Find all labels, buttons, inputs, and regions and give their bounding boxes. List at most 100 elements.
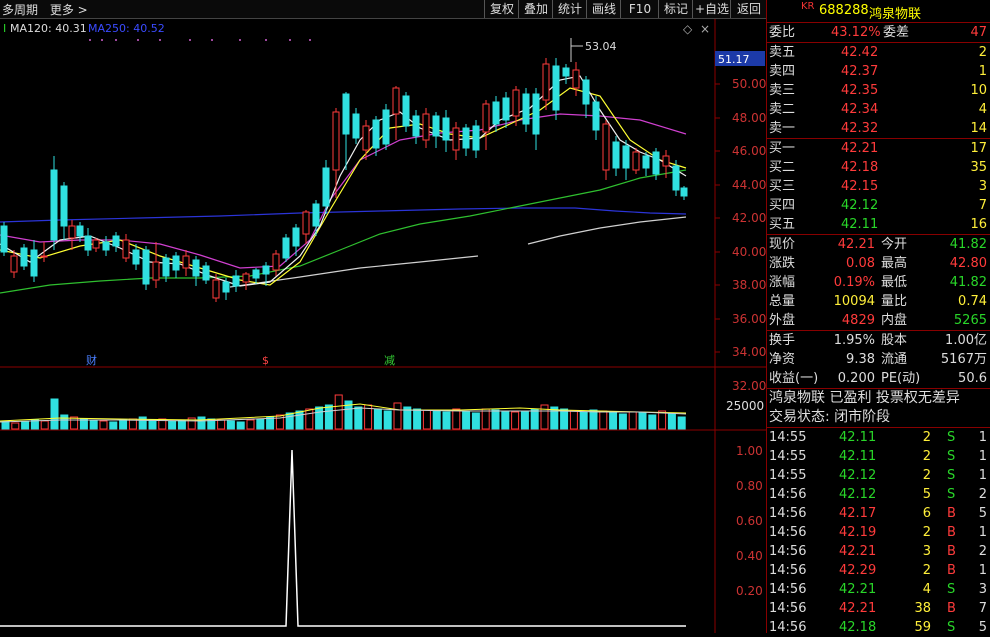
- volume-bar: [119, 419, 128, 430]
- order-row: 买四 42.12 7: [767, 196, 990, 215]
- tick-row[interactable]: 14:56 42.18 59 S 5: [767, 618, 990, 637]
- volume-bar: [60, 414, 69, 430]
- candle-body: [562, 67, 570, 77]
- candle-body: [602, 123, 610, 171]
- tick-time: 14:55: [769, 468, 807, 483]
- stat-label: 收益(一): [769, 371, 819, 386]
- stock-name[interactable]: 鸿泉物联: [869, 3, 921, 22]
- stock-code[interactable]: 688288: [819, 3, 869, 18]
- order-row: 买三 42.15 3: [767, 177, 990, 196]
- volume-bar: [658, 410, 667, 430]
- back-button[interactable]: 返回: [730, 0, 767, 18]
- tick-count: 1: [978, 430, 987, 445]
- tick-row[interactable]: 14:56 42.21 3 B 2: [767, 542, 990, 561]
- tick-time: 14:56: [769, 582, 807, 597]
- volume-bar: [148, 419, 157, 430]
- event-marker[interactable]: 财: [86, 353, 97, 367]
- volume-bar: [197, 416, 206, 430]
- tick-price: 42.21: [839, 601, 877, 616]
- indicator-tick: 0.40: [736, 549, 763, 563]
- volume-bar: [217, 419, 226, 430]
- tick-time: 14:56: [769, 620, 807, 635]
- order-price: 42.15: [841, 179, 879, 194]
- tick-price: 42.11: [839, 449, 877, 464]
- volume-bar: [373, 408, 382, 430]
- tick-volume: 2: [922, 468, 931, 483]
- order-volume: 16: [970, 217, 987, 232]
- order-row: 卖二 42.34 4: [767, 100, 990, 119]
- tick-price: 42.21: [839, 582, 877, 597]
- stat-row: 收益(一) 0.200 PE(动) 50.6: [767, 369, 990, 388]
- candle-body: [592, 101, 600, 131]
- buy-book: 买一 42.21 17 买二 42.18 35 买三 42.15 3 买四 42.12 7 买五 42.1…: [767, 139, 990, 235]
- indicator-line: [0, 449, 686, 627]
- candle-body: [84, 235, 92, 251]
- tick-time: 14:56: [769, 487, 807, 502]
- tick-row[interactable]: 14:55 42.12 2 S 1: [767, 466, 990, 485]
- tick-row[interactable]: 14:55 42.11 2 S 1: [767, 428, 990, 447]
- tick-list[interactable]: 14:55 42.11 2 S 1 14:55 42.11 2 S 1 14:55 42.12 2 S 1 1…: [767, 428, 990, 637]
- volume-bar: [40, 420, 49, 430]
- multi-period-button[interactable]: 多周期: [2, 3, 38, 17]
- candle-body: [352, 113, 360, 139]
- ma250-legend: MA250: 40.52: [88, 22, 165, 35]
- expand-icon[interactable]: ◇: [683, 22, 693, 36]
- tick-row[interactable]: 14:56 42.12 5 S 2: [767, 485, 990, 504]
- tick-volume: 2: [922, 430, 931, 445]
- overlay-button[interactable]: 叠加: [518, 0, 553, 18]
- volume-bar: [560, 408, 569, 430]
- statistics-button[interactable]: 统计: [552, 0, 587, 18]
- tick-side: B: [947, 506, 956, 521]
- stat-label: 涨跌: [769, 256, 796, 271]
- price-tick: 32.00: [732, 379, 766, 393]
- kline-chart[interactable]: I MA120: 40.31 MA250: 40.52 ◇ × 51.17 50…: [0, 19, 766, 633]
- order-label: 买三: [769, 179, 796, 194]
- tick-row[interactable]: 14:56 42.21 4 S 3: [767, 580, 990, 599]
- draw-line-button[interactable]: 画线: [586, 0, 621, 18]
- candle-body: [292, 227, 300, 247]
- order-price: 42.37: [841, 64, 879, 79]
- tick-count: 1: [978, 563, 987, 578]
- candle-body: [162, 257, 170, 277]
- order-label: 卖五: [769, 45, 796, 60]
- toolbar: 多周期 更多 > 复权 叠加 统计 画线 F10 标记 +自选 返回: [0, 0, 766, 19]
- order-price: 42.32: [841, 121, 879, 136]
- candle-body: [172, 255, 180, 271]
- volume-bar: [462, 410, 471, 430]
- close-icon[interactable]: ×: [700, 22, 710, 36]
- volume-bar: [599, 410, 608, 430]
- chart-area[interactable]: I MA120: 40.31 MA250: 40.52 ◇ × 51.17 50…: [0, 19, 766, 633]
- order-row: 买二 42.18 35: [767, 158, 990, 177]
- tick-price: 42.19: [839, 525, 877, 540]
- more-button[interactable]: 更多 >: [50, 3, 88, 17]
- candle-body: [532, 93, 540, 135]
- candle-body: [482, 103, 490, 133]
- order-label: 买五: [769, 217, 796, 232]
- tick-row[interactable]: 14:56 42.17 6 B 5: [767, 504, 990, 523]
- candle-body: [662, 155, 670, 167]
- order-volume: 17: [970, 141, 987, 156]
- event-marker[interactable]: 减: [384, 354, 395, 367]
- candle-body: [432, 115, 440, 137]
- restore-rights-button[interactable]: 复权: [484, 0, 519, 18]
- f10-button[interactable]: F10: [620, 0, 659, 18]
- mark-button[interactable]: 标记: [658, 0, 693, 18]
- candle-body: [372, 119, 380, 149]
- order-volume: 1: [978, 64, 987, 79]
- tick-side: B: [947, 563, 956, 578]
- order-row: 卖四 42.37 1: [767, 62, 990, 81]
- tick-row[interactable]: 14:56 42.19 2 B 1: [767, 523, 990, 542]
- tick-side: B: [947, 601, 956, 616]
- tick-row[interactable]: 14:56 42.29 2 B 1: [767, 561, 990, 580]
- event-marker[interactable]: $: [262, 354, 269, 367]
- volume-bar: [589, 409, 598, 430]
- tick-row[interactable]: 14:55 42.11 2 S 1: [767, 447, 990, 466]
- add-watchlist-button[interactable]: +自选: [692, 0, 731, 18]
- candle-body: [512, 89, 520, 117]
- dots-row: [89, 39, 311, 41]
- tick-row[interactable]: 14:56 42.21 38 B 7: [767, 599, 990, 618]
- stat-row: 涨跌 0.08 最高 42.80: [767, 254, 990, 273]
- tick-count: 5: [978, 506, 987, 521]
- candle-body: [142, 249, 150, 285]
- stat-label: 外盘: [769, 313, 796, 328]
